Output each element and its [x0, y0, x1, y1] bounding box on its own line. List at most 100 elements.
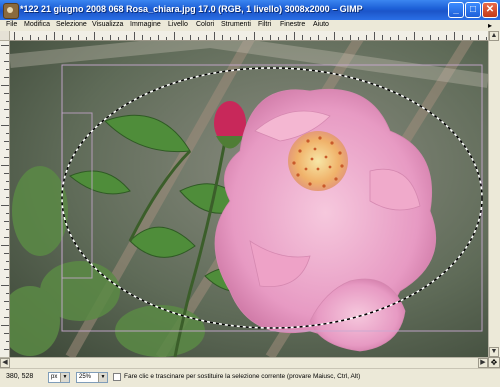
cancel-checkbox[interactable] — [113, 373, 121, 381]
menu-file[interactable]: File — [6, 21, 17, 28]
ruler-tick — [6, 229, 9, 230]
ruler-tick — [4, 77, 9, 78]
window-title: *122 21 giugno 2008 068 Rosa_chiara.jpg … — [20, 4, 363, 14]
menu-selezione[interactable]: Selezione — [56, 21, 87, 28]
ruler-tick — [30, 35, 31, 40]
maximize-button[interactable]: □ — [465, 2, 481, 18]
ruler-tick — [326, 37, 327, 40]
ruler-corner-icon[interactable] — [0, 31, 10, 41]
ruler-tick — [78, 35, 79, 40]
ruler-tick — [462, 35, 463, 40]
ruler-tick — [6, 197, 9, 198]
scroll-up-arrow-icon[interactable]: ▲ — [489, 31, 499, 41]
minimize-button[interactable]: _ — [448, 2, 464, 18]
menu-strumenti[interactable]: Strumenti — [221, 21, 251, 28]
zoom-value: 25% — [79, 374, 92, 380]
vertical-scrollbar[interactable]: ▲ ▼ — [488, 31, 500, 357]
unit-value: px — [51, 374, 58, 380]
ruler-tick — [454, 32, 455, 40]
ruler-tick — [4, 253, 9, 254]
ruler-tick — [334, 32, 335, 40]
menu-overflow-arrow-icon[interactable]: ▸ — [488, 21, 492, 30]
title-bar[interactable]: *122 21 giugno 2008 068 Rosa_chiara.jpg … — [0, 0, 500, 20]
menu-immagine[interactable]: Immagine — [130, 21, 161, 28]
ruler-tick — [310, 37, 311, 40]
close-button[interactable]: ✕ — [482, 2, 498, 18]
ruler-tick — [54, 32, 55, 40]
ruler-tick — [1, 165, 9, 166]
ruler-tick — [222, 35, 223, 40]
ruler-tick — [270, 35, 271, 40]
ruler-tick — [366, 35, 367, 40]
ruler-tick — [430, 35, 431, 40]
ruler-tick — [342, 37, 343, 40]
photo-rose — [10, 41, 488, 357]
ruler-tick — [262, 37, 263, 40]
ruler-tick — [246, 37, 247, 40]
ruler-tick — [6, 341, 9, 342]
ruler-tick — [4, 317, 9, 318]
menu-filtri[interactable]: Filtri — [258, 21, 271, 28]
ruler-tick — [38, 37, 39, 40]
scroll-right-arrow-icon[interactable]: ▶ — [478, 358, 488, 368]
menu-colori[interactable]: Colori — [196, 21, 214, 28]
status-message: Fare clic e trascinare per sostituire la… — [124, 373, 361, 380]
ruler-tick — [478, 35, 479, 40]
horizontal-scrollbar[interactable]: ◀ ▶ — [0, 357, 488, 368]
menu-modifica[interactable]: Modifica — [24, 21, 50, 28]
ruler-tick — [414, 32, 415, 40]
ruler-tick — [4, 109, 9, 110]
menu-livello[interactable]: Livello — [168, 21, 188, 28]
image-canvas[interactable] — [10, 41, 488, 357]
gimp-image-window: *122 21 giugno 2008 068 Rosa_chiara.jpg … — [0, 0, 500, 387]
ruler-tick — [1, 125, 9, 126]
ruler-tick — [286, 35, 287, 40]
ruler-tick — [6, 293, 9, 294]
ruler-tick — [470, 37, 471, 40]
ruler-tick — [382, 35, 383, 40]
scroll-left-arrow-icon[interactable]: ◀ — [0, 358, 10, 368]
scroll-down-arrow-icon[interactable]: ▼ — [489, 347, 499, 357]
status-bar: 380, 528 px ▼ 25% ▼ Fare clic e trascina… — [0, 368, 500, 387]
ruler-tick — [406, 37, 407, 40]
gimp-app-icon[interactable] — [3, 3, 19, 19]
ruler-tick — [4, 301, 9, 302]
ruler-tick — [4, 189, 9, 190]
ruler-tick — [4, 173, 9, 174]
ruler-tick — [6, 213, 9, 214]
ruler-tick — [294, 32, 295, 40]
ruler-tick — [150, 37, 151, 40]
ruler-tick — [62, 35, 63, 40]
ruler-tick — [302, 35, 303, 40]
navigate-icon[interactable]: ✥ — [488, 357, 500, 368]
ruler-tick — [142, 35, 143, 40]
ruler-tick — [446, 35, 447, 40]
ruler-tick — [6, 101, 9, 102]
chevron-down-icon: ▼ — [98, 373, 107, 382]
ruler-tick — [166, 37, 167, 40]
ruler-tick — [4, 61, 9, 62]
ruler-tick — [118, 37, 119, 40]
ruler-tick — [486, 37, 487, 40]
ruler-tick — [6, 149, 9, 150]
ruler-tick — [374, 32, 375, 40]
menu-visualizza[interactable]: Visualizza — [92, 21, 123, 28]
horizontal-ruler[interactable] — [10, 31, 488, 41]
menu-aiuto[interactable]: Aiuto — [313, 21, 329, 28]
ruler-tick — [6, 309, 9, 310]
ruler-tick — [6, 133, 9, 134]
ruler-tick — [206, 35, 207, 40]
ruler-tick — [46, 35, 47, 40]
menu-finestre[interactable]: Finestre — [280, 21, 305, 28]
ruler-tick — [230, 37, 231, 40]
ruler-tick — [6, 181, 9, 182]
vertical-ruler[interactable] — [0, 41, 10, 357]
ruler-tick — [4, 221, 9, 222]
ruler-tick — [102, 37, 103, 40]
pointer-coordinates: 380, 528 — [6, 373, 34, 380]
ruler-tick — [438, 37, 439, 40]
ruler-tick — [4, 333, 9, 334]
zoom-select[interactable]: 25% ▼ — [76, 372, 108, 383]
ruler-tick — [158, 35, 159, 40]
unit-select[interactable]: px ▼ — [48, 372, 70, 383]
